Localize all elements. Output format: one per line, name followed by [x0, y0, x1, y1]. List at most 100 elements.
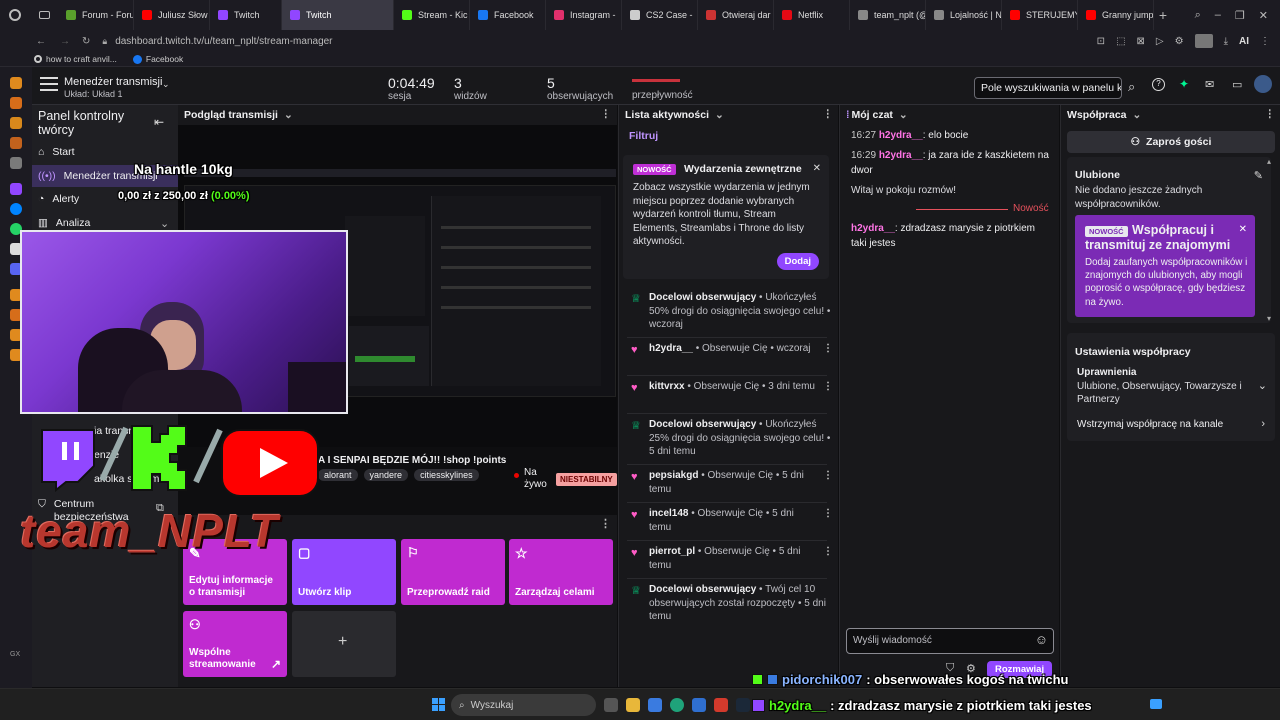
bookmark-item[interactable]: how to craft anvil... — [34, 54, 117, 64]
browser-tab[interactable]: CS2 Case - — [622, 0, 698, 30]
activity-item[interactable]: ♥ incel148 • Obserwuje Cię • 5 dni temu ⋮ — [631, 507, 833, 534]
tray-icon[interactable] — [1150, 699, 1162, 709]
tab-overview-icon[interactable] — [30, 0, 58, 30]
filter-button[interactable]: Filtruj — [629, 130, 658, 142]
steam-icon[interactable] — [736, 698, 750, 712]
manage-goals-button[interactable]: ☆ Zarządzaj celami — [509, 539, 613, 605]
activity-item[interactable]: ♥ pierrot_pl • Obserwuje Cię • 5 dni temu… — [631, 545, 833, 572]
browser-tab[interactable]: Facebook — [470, 0, 546, 30]
close-notice-icon[interactable]: ✕ — [813, 163, 821, 174]
chat-input[interactable]: Wyślij wiadomość ☺ — [846, 628, 1054, 654]
dashboard-search-input[interactable]: Pole wyszukiwania w panelu k — [974, 77, 1122, 99]
sidebar-app-icon[interactable] — [10, 117, 22, 129]
scroll-up-icon[interactable]: ▴ — [1267, 157, 1271, 166]
browser-tab[interactable]: Netflix — [774, 0, 850, 30]
url-field[interactable]: dashboard.twitch.tv/u/team_nplt/stream-m… — [115, 36, 332, 47]
collab-menu-icon[interactable]: ⋮ — [1265, 108, 1276, 120]
search-tabs-icon[interactable]: ⌕ — [1195, 9, 1201, 22]
sidebar-app-icon[interactable] — [10, 97, 22, 109]
twitch-sidebar-icon[interactable] — [10, 183, 22, 195]
emote-icon[interactable]: ☺ — [1035, 632, 1048, 647]
minimize-icon[interactable]: – — [1215, 9, 1221, 22]
app-icon[interactable] — [714, 698, 728, 712]
forward-icon[interactable]: → — [60, 36, 70, 47]
store-icon[interactable] — [692, 698, 706, 712]
layout-chevron-icon[interactable]: ⌄ — [162, 79, 170, 90]
analytics-chevron-icon[interactable]: ⌄ — [160, 217, 169, 230]
activity-item[interactable]: ♕ Docelowi obserwujący • Twój cel 10 obse… — [631, 583, 833, 624]
reload-icon[interactable]: ↻ — [82, 36, 90, 47]
collab-chevron-icon[interactable]: ⌄ — [1133, 109, 1142, 121]
activity-chevron-icon[interactable]: ⌄ — [715, 109, 724, 121]
add-button[interactable]: Dodaj — [776, 253, 819, 270]
collapse-nav-icon[interactable]: ⇤ — [154, 115, 164, 129]
back-icon[interactable]: ← — [36, 36, 46, 47]
nav-item-start[interactable]: ⌂ Start — [38, 146, 75, 158]
invite-guests-button[interactable]: ⚇ Zaproś gości — [1067, 131, 1275, 153]
preview-menu-icon[interactable]: ⋮ — [601, 108, 612, 120]
activity-menu-icon[interactable]: ⋮ — [823, 108, 834, 120]
activity-item[interactable]: ♕ Docelowi obserwujący • Ukończyłeś 50% d… — [631, 291, 833, 332]
file-explorer-icon[interactable] — [626, 698, 640, 712]
create-clip-button[interactable]: ▢ Utwórz klip — [292, 539, 396, 605]
shared-streaming-button[interactable]: ⚇ Wspólne streamowanie ↗ — [183, 611, 287, 677]
start-raid-button[interactable]: ⚐ Przeprowadź raid — [401, 539, 505, 605]
ai-button[interactable]: AI — [1239, 36, 1249, 47]
messenger-icon[interactable] — [10, 203, 22, 215]
profile-avatar[interactable] — [1194, 34, 1213, 48]
browser-tab[interactable]: Granny jump — [1078, 0, 1154, 30]
activity-item[interactable]: ♥ pepsiakgd • Obserwuje Cię • 5 dni temu ⋮ — [631, 469, 833, 496]
tag-chip[interactable]: citiesskylines — [414, 469, 479, 481]
hamburger-menu-icon[interactable] — [40, 77, 58, 91]
activity-item-menu-icon[interactable]: ⋮ — [823, 507, 833, 521]
browser-tab[interactable]: Otwieraj dar — [698, 0, 774, 30]
activity-item-menu-icon[interactable]: ⋮ — [823, 380, 833, 394]
settings-ext-icon[interactable]: ⚙ — [1175, 36, 1184, 47]
activity-item[interactable]: ♥ h2ydra__ • Obserwuje Cię • wczoraj ⋮ — [631, 342, 833, 356]
permissions-row[interactable]: Uprawnienia Ulubione, Obserwujący, Towar… — [1067, 363, 1275, 407]
help-icon[interactable]: ? — [1152, 78, 1165, 91]
edge-icon[interactable] — [670, 698, 684, 712]
quick-actions-menu-icon[interactable]: ⋮ — [600, 517, 611, 530]
taskbar-search[interactable]: ⌕ Wyszukaj — [451, 694, 596, 716]
browser-tab[interactable]: Juliusz Słow — [134, 0, 210, 30]
activity-item[interactable]: ♥ kittvrxx • Obserwuje Cię • 3 dni temu ⋮ — [631, 380, 833, 394]
nav-item-analytics[interactable]: ▥ Analiza — [38, 217, 90, 229]
browser-logo-icon[interactable] — [0, 0, 30, 30]
scroll-down-icon[interactable]: ▾ — [1267, 314, 1271, 323]
restore-icon[interactable]: ❐ — [1235, 9, 1245, 22]
chat-drag-icon[interactable]: ⁞ — [846, 109, 850, 121]
pause-collab-row[interactable]: Wstrzymaj współpracę na kanale › — [1067, 413, 1275, 437]
chat-chevron-icon[interactable]: ⌄ — [899, 109, 908, 121]
shield-ext-icon[interactable]: ⊠ — [1137, 36, 1145, 47]
new-tab-icon[interactable]: + — [1154, 7, 1172, 23]
activity-item[interactable]: ♕ Docelowi obserwujący • Ukończyłeś 25% d… — [631, 418, 833, 459]
activity-item-menu-icon[interactable]: ⋮ — [823, 545, 833, 559]
sparkle-icon[interactable]: ✦ — [1179, 77, 1189, 91]
user-avatar[interactable] — [1254, 75, 1272, 93]
sidebar-app-icon[interactable] — [10, 157, 22, 169]
start-icon[interactable] — [432, 698, 445, 711]
extension-icon[interactable]: ⬚ — [1116, 36, 1125, 47]
bookmark-item[interactable]: Facebook — [132, 54, 183, 64]
menu-icon[interactable]: ⋮ — [1260, 36, 1270, 47]
browser-tab[interactable]: Twitch — [282, 0, 394, 30]
bookmark-icon[interactable]: ⊡ — [1097, 36, 1105, 47]
tag-chip[interactable]: yandere — [363, 469, 409, 481]
browser-tab[interactable]: Instagram - — [546, 0, 622, 30]
mail-icon[interactable] — [648, 698, 662, 712]
browser-tab[interactable]: STERUJEMY — [1002, 0, 1078, 30]
sidebar-app-icon[interactable] — [10, 77, 22, 89]
add-quick-action-button[interactable]: + — [292, 611, 396, 677]
close-promo-icon[interactable]: ✕ — [1239, 224, 1247, 235]
browser-tab[interactable]: team_nplt (@ — [850, 0, 926, 30]
message-user[interactable]: h2ydra__ — [851, 223, 895, 234]
sidebar-app-icon[interactable] — [10, 137, 22, 149]
download-icon[interactable]: ⤓ — [1224, 36, 1228, 47]
task-view-icon[interactable] — [604, 698, 618, 712]
preview-chevron-icon[interactable]: ⌄ — [284, 109, 293, 121]
edit-favorites-icon[interactable]: ✎ — [1254, 169, 1263, 182]
whispers-icon[interactable]: ▭ — [1232, 78, 1242, 91]
browser-tab[interactable]: Lojalność | N — [926, 0, 1002, 30]
browser-tab[interactable]: Twitch — [210, 0, 282, 30]
